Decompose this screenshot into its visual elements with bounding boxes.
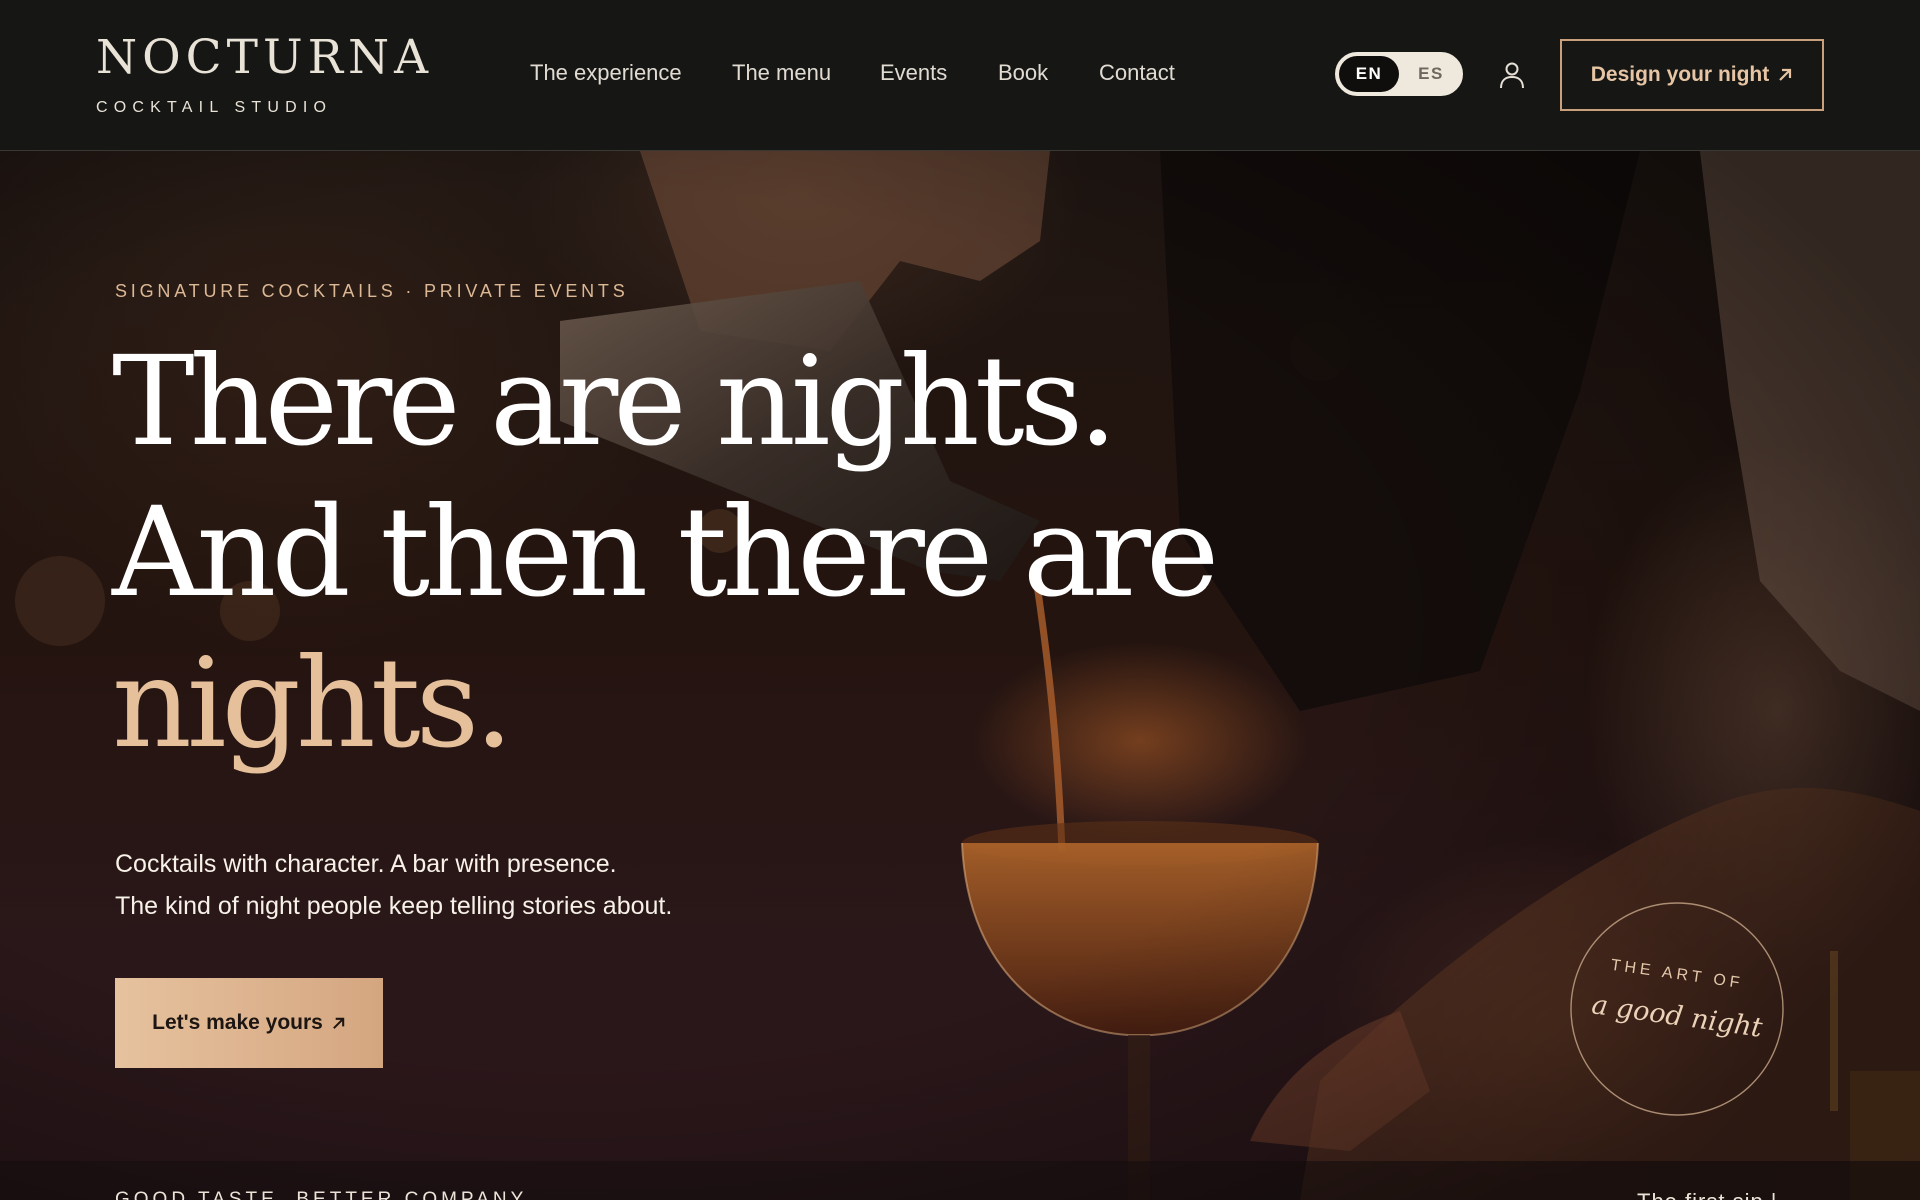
design-your-night-label: Design your night xyxy=(1590,63,1770,86)
brand-name: NOCTURNA xyxy=(96,30,434,85)
below-fold-heading: GOOD TASTE. BETTER COMPANY. xyxy=(115,1189,535,1200)
lets-make-yours-button[interactable]: Let's make yours xyxy=(115,978,383,1068)
hero-subtext-line-2: The kind of night people keep telling st… xyxy=(115,892,673,920)
hero-headline: There are nights. And then there are nig… xyxy=(112,327,1219,780)
language-toggle[interactable]: EN ES xyxy=(1335,52,1463,96)
user-icon[interactable] xyxy=(1497,60,1527,90)
hero-subtext-line-1: Cocktails with character. A bar with pre… xyxy=(115,850,617,878)
language-option-en[interactable]: EN xyxy=(1339,56,1399,92)
hero-section: SIGNATURE COCKTAILS · PRIVATE EVENTS The… xyxy=(0,151,1920,1200)
nav-item-events[interactable]: Events xyxy=(880,60,947,86)
nav-item-book[interactable]: Book xyxy=(998,60,1048,86)
language-option-es[interactable]: ES xyxy=(1403,56,1459,92)
below-fold-right-text: The first sip | xyxy=(1637,1189,1778,1200)
brand-tagline: COCKTAIL STUDIO xyxy=(96,99,333,116)
nav-item-contact[interactable]: Contact xyxy=(1099,60,1175,86)
headline-line-2: And then there are xyxy=(112,481,1219,625)
art-of-a-good-night-badge: THE ART OF a good night xyxy=(1569,901,1785,1117)
hero-eyebrow: SIGNATURE COCKTAILS · PRIVATE EVENTS xyxy=(115,281,629,301)
nav-item-experience[interactable]: The experience xyxy=(530,60,682,86)
nav-item-menu[interactable]: The menu xyxy=(732,60,831,86)
arrow-up-right-icon xyxy=(1779,68,1792,81)
design-your-night-button[interactable]: Design your night xyxy=(1560,39,1824,111)
site-header: NOCTURNA COCKTAIL STUDIO The experience … xyxy=(0,0,1920,151)
headline-line-1: There are nights. xyxy=(112,330,1118,474)
arrow-up-right-icon xyxy=(332,1017,345,1029)
hero-subtext: Cocktails with character. A bar with pre… xyxy=(115,843,672,927)
lets-make-yours-label: Let's make yours xyxy=(152,1011,323,1034)
headline-line-3: nights. xyxy=(112,632,514,776)
